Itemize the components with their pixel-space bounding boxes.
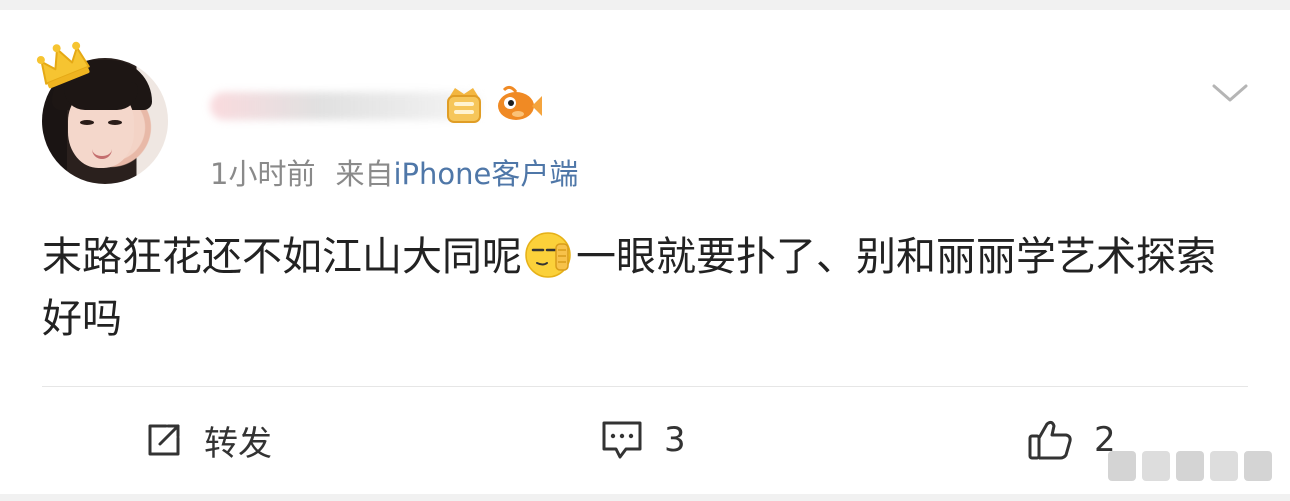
divider [42,386,1248,387]
source-link[interactable]: iPhone客户端 [393,157,578,191]
watermark [1108,450,1284,482]
post-text-part1: 末路狂花还不如江山大同呢 [42,234,522,280]
chevron-down-icon[interactable] [1210,78,1250,108]
source-prefix: 来自 [335,157,394,191]
vip-badge-icon[interactable] [442,82,486,126]
username[interactable] [206,82,542,132]
post-meta: 1小时前 来自iPhone客户端 [210,152,578,196]
avatar-container[interactable] [36,41,176,202]
fish-badge-icon[interactable] [494,84,544,124]
thumbs-up-icon [1028,420,1072,460]
like-button[interactable]: 2 [1026,412,1116,468]
repost-button[interactable]: 转发 [144,412,272,468]
comment-button[interactable]: 3 [600,412,686,468]
face-with-hand-emoji [525,232,571,278]
comment-count: 3 [664,420,686,460]
repost-icon [148,424,180,456]
post-body: 末路狂花还不如江山大同呢 一眼就要扑了、别和丽丽学艺术探索好吗 [42,226,1242,350]
post-card: 1小时前 来自iPhone客户端 末路狂花还不如江山大同呢 一眼就要扑了、别和丽丽… [0,10,1290,494]
repost-label: 转发 [204,423,272,464]
comment-icon [602,421,642,459]
post-time: 1小时前 [210,157,316,191]
